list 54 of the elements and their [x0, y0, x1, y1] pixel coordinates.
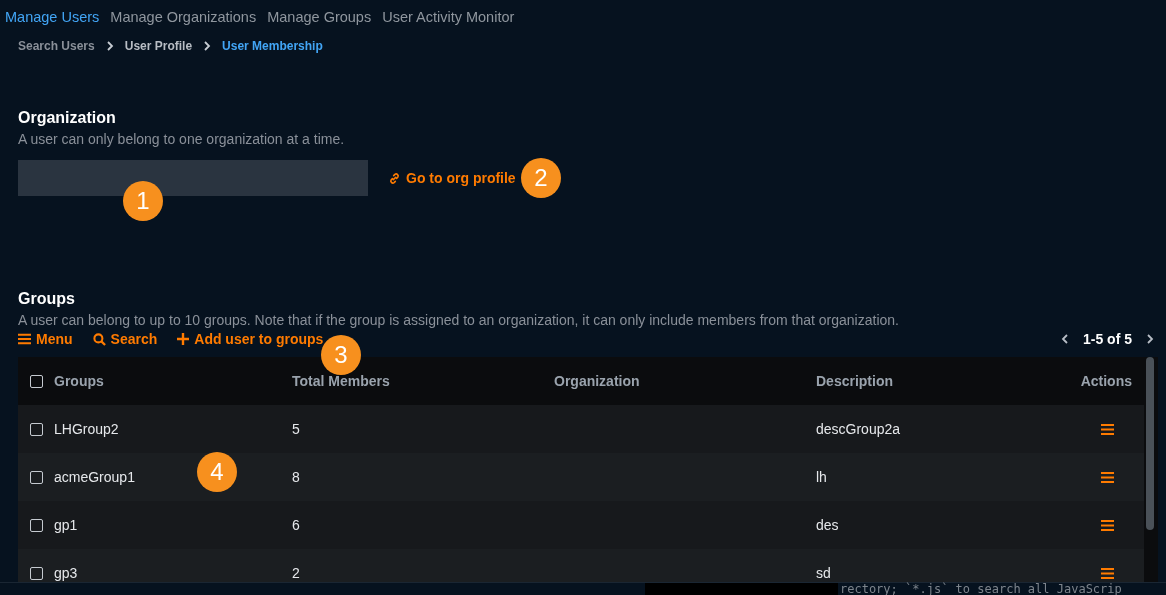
table-cell-text: 8 — [291, 469, 301, 485]
section-title: Groups — [17, 289, 76, 309]
status-hint: rectory; `*.js` to search all JavaScrip — [839, 583, 1122, 595]
chevron-right-icon — [105, 41, 114, 51]
checkbox[interactable] — [30, 374, 43, 388]
checkbox[interactable] — [30, 422, 43, 436]
checkbox[interactable] — [30, 518, 43, 532]
chevron-right-icon — [203, 41, 212, 51]
section-description: A user can only belong to one organization at a time. — [17, 130, 346, 148]
table-cell-text: lh — [815, 469, 828, 485]
checkbox[interactable] — [30, 566, 43, 580]
next-page-icon[interactable] — [1146, 334, 1154, 344]
menu-icon[interactable] — [1101, 567, 1114, 579]
section-description: A user can belong to up to 10 groups. Note that if the group is assigned to an organization, it can only include members from that organization. — [17, 311, 900, 329]
nav-tab[interactable]: User Activity Monitor — [382, 9, 515, 25]
table-cell: gp3 — [54, 565, 78, 581]
link-icon — [388, 171, 401, 185]
column-header: Description — [815, 373, 894, 389]
callout-badge: 2 — [521, 158, 561, 198]
breadcrumb-link[interactable]: Search Users — [18, 39, 95, 53]
nav-tab[interactable]: Manage Users — [5, 9, 100, 25]
breadcrumb-link[interactable]: User Membership — [222, 39, 323, 53]
plus-icon — [177, 333, 190, 345]
table-cell-text: sd — [815, 565, 832, 581]
breadcrumb-link[interactable]: User Profile — [124, 39, 193, 53]
callout-badge: 1 — [123, 181, 163, 221]
table-cell-text: descGroup2a — [815, 421, 902, 437]
table-cell-text: 2 — [291, 565, 301, 581]
table-cell: LHGroup2 — [54, 421, 119, 437]
column-header: Total Members — [291, 373, 391, 389]
table-cell-text: des — [815, 517, 840, 533]
previous-page-icon[interactable] — [1061, 334, 1069, 344]
checkbox[interactable] — [30, 470, 43, 484]
menu-icon[interactable] — [1101, 519, 1114, 531]
menu-icon[interactable] — [1101, 423, 1114, 435]
section-title: Organization — [17, 108, 117, 128]
menu-icon — [18, 333, 31, 345]
table-cell: gp1 — [54, 517, 78, 533]
page-range: 1-5 of 5 — [1083, 331, 1132, 347]
add-button[interactable]: Add user to groups — [177, 331, 324, 347]
search-icon — [92, 332, 106, 346]
org-profile-link[interactable]: Go to org profile — [388, 170, 516, 186]
nav-tab[interactable]: Manage Organizations — [110, 9, 257, 25]
scrollbar-thumb[interactable] — [1146, 357, 1154, 530]
table-cell: acmeGroup1 — [54, 469, 135, 485]
table-cell-text: 6 — [291, 517, 301, 533]
menu-icon[interactable] — [1101, 471, 1114, 483]
search-button[interactable]: Search — [92, 331, 158, 347]
table-cell-text: 5 — [291, 421, 301, 437]
column-header: Organization — [553, 373, 641, 389]
nav-tab[interactable]: Manage Groups — [267, 9, 372, 25]
column-header: Actions — [1079, 373, 1133, 389]
column-header: Groups — [54, 373, 104, 389]
menu-button[interactable]: Menu — [18, 331, 73, 347]
